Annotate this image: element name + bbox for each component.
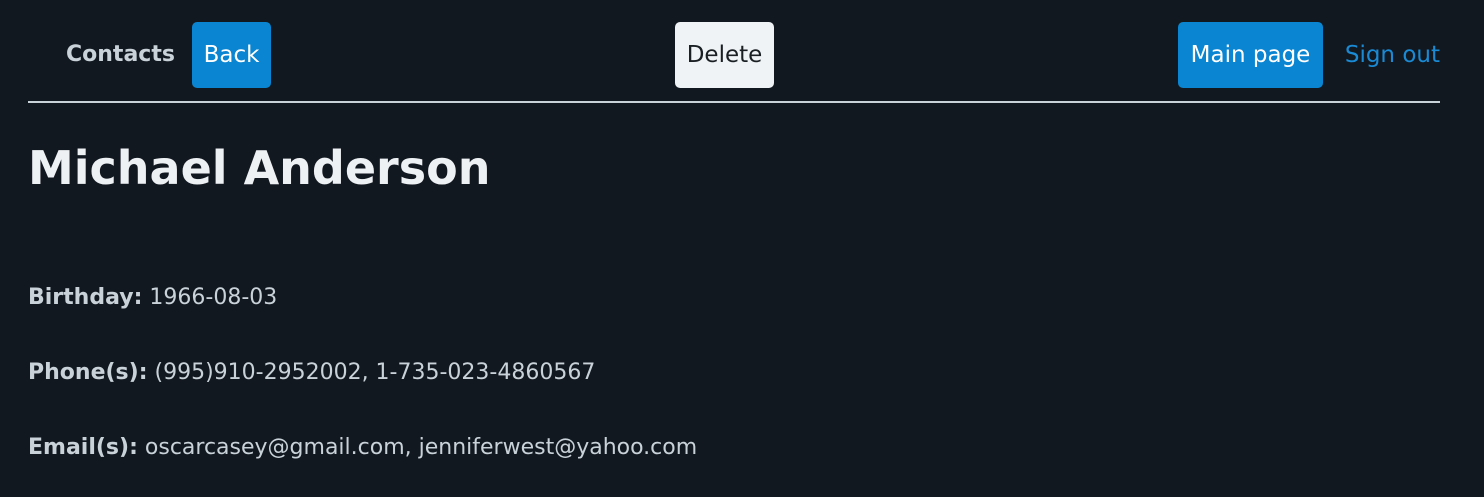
sign-out-link[interactable]: Sign out (1345, 22, 1440, 88)
birthday-field: Birthday: 1966-08-03 (28, 283, 277, 313)
nav-divider (28, 101, 1440, 103)
birthday-value: 1966-08-03 (149, 285, 278, 310)
contacts-brand-link[interactable]: Contacts (66, 22, 175, 88)
delete-button[interactable]: Delete (675, 22, 774, 88)
phones-value: (995)910-2952002, 1-735-023-4860567 (154, 360, 596, 385)
top-navbar: Contacts Back Delete Main page Sign out (28, 22, 1440, 88)
contact-name-heading: Michael Anderson (28, 141, 491, 195)
phones-label: Phone(s): (28, 360, 148, 385)
main-page-button[interactable]: Main page (1178, 22, 1323, 88)
phones-field: Phone(s): (995)910-2952002, 1-735-023-48… (28, 358, 595, 388)
birthday-label: Birthday: (28, 285, 143, 310)
emails-label: Email(s): (28, 435, 138, 460)
emails-value: oscarcasey@gmail.com, jenniferwest@yahoo… (144, 435, 698, 460)
emails-field: Email(s): oscarcasey@gmail.com, jennifer… (28, 433, 697, 463)
back-button[interactable]: Back (192, 22, 271, 88)
